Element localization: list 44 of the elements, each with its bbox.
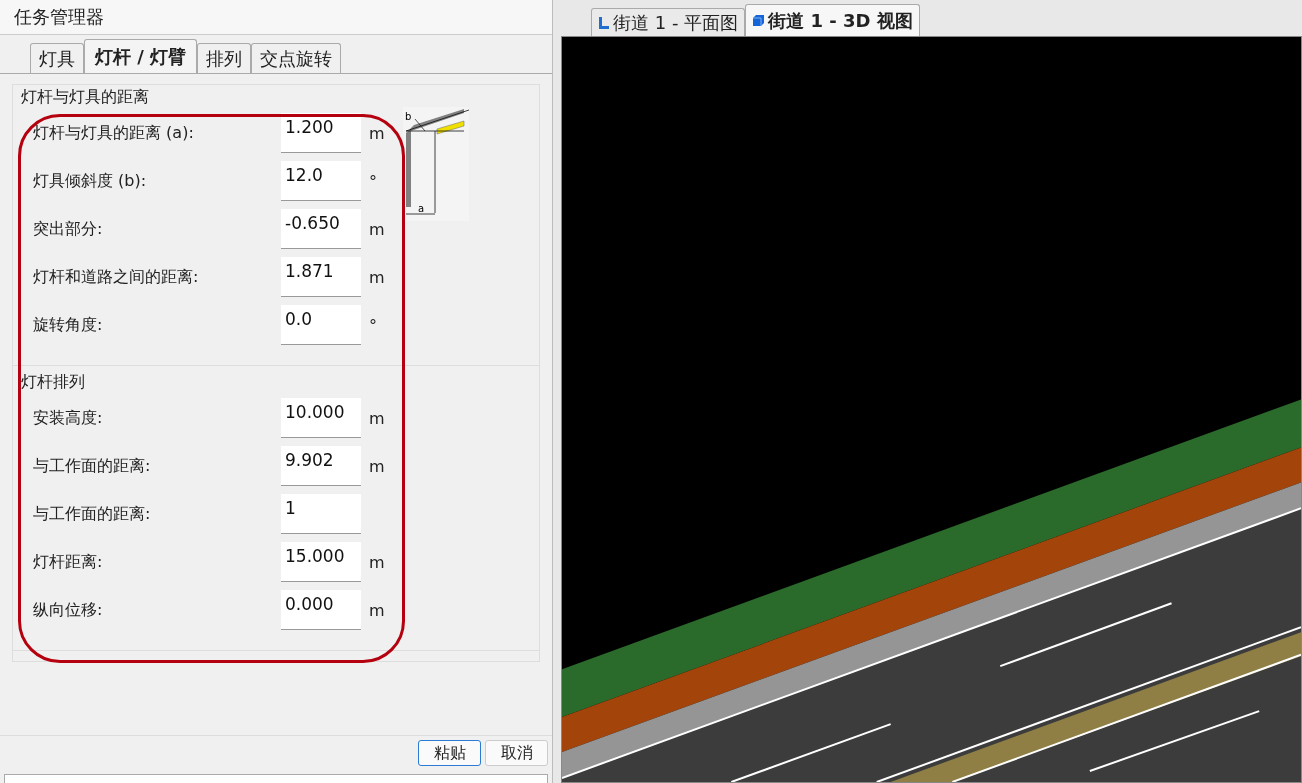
diagram-label: a	[418, 203, 425, 214]
unit-label: m	[368, 408, 386, 428]
unit-label: m	[368, 456, 386, 476]
unit-label: m	[368, 267, 386, 287]
panel-title: 任务管理器	[0, 0, 552, 35]
input-field[interactable]: 9.902	[281, 446, 361, 486]
unit-label: °	[368, 171, 378, 191]
unit-label: m	[368, 219, 386, 239]
input-field[interactable]: 15.000	[281, 542, 361, 582]
input-field[interactable]: 10.000	[281, 398, 361, 438]
field-label: 安装高度:	[33, 407, 104, 429]
group-title: 灯杆与灯具的距离	[20, 87, 150, 108]
cube-icon	[752, 14, 766, 27]
plan-view-icon	[598, 15, 610, 30]
diagram-label: b	[405, 111, 412, 122]
unit-label: °	[368, 315, 378, 335]
dialog-button[interactable]: 取消	[485, 740, 548, 766]
input-field[interactable]: 0.0	[281, 305, 361, 345]
input-field[interactable]: 1	[281, 494, 361, 534]
input-field[interactable]: 1.200	[281, 113, 361, 153]
field-label: 灯杆距离:	[33, 551, 104, 573]
field-label: 与工作面的距离:	[33, 455, 152, 477]
tab[interactable]: 交点旋转	[251, 43, 342, 73]
input-field[interactable]: -0.650	[281, 209, 361, 249]
field-label: 旋转角度:	[33, 314, 104, 336]
field-label: 与工作面的距离:	[33, 503, 152, 525]
tab[interactable]: 排列	[197, 43, 252, 73]
unit-label: m	[368, 600, 386, 620]
field-label: 突出部分:	[33, 218, 104, 240]
view-tab[interactable]: 街道 1 - 3D 视图	[745, 4, 920, 36]
view-tab[interactable]: 街道 1 - 平面图	[591, 8, 746, 36]
group-title: 灯杆排列	[20, 372, 86, 393]
field-label: 纵向位移:	[33, 599, 104, 621]
tab[interactable]: 灯具	[30, 43, 84, 73]
unit-label: m	[368, 123, 386, 143]
tab[interactable]: 灯杆 / 灯臂	[84, 39, 198, 73]
input-field[interactable]: 1.871	[281, 257, 361, 297]
input-field[interactable]: 0.000	[281, 590, 361, 630]
field-label: 灯杆和道路之间的距离:	[33, 266, 200, 288]
input-field[interactable]: 12.0	[281, 161, 361, 201]
dialog-button[interactable]: 粘贴	[418, 740, 481, 766]
field-label: 灯杆与灯具的距离 (a):	[33, 122, 195, 144]
field-label: 灯具倾斜度 (b):	[33, 170, 148, 192]
unit-label: m	[368, 552, 386, 572]
